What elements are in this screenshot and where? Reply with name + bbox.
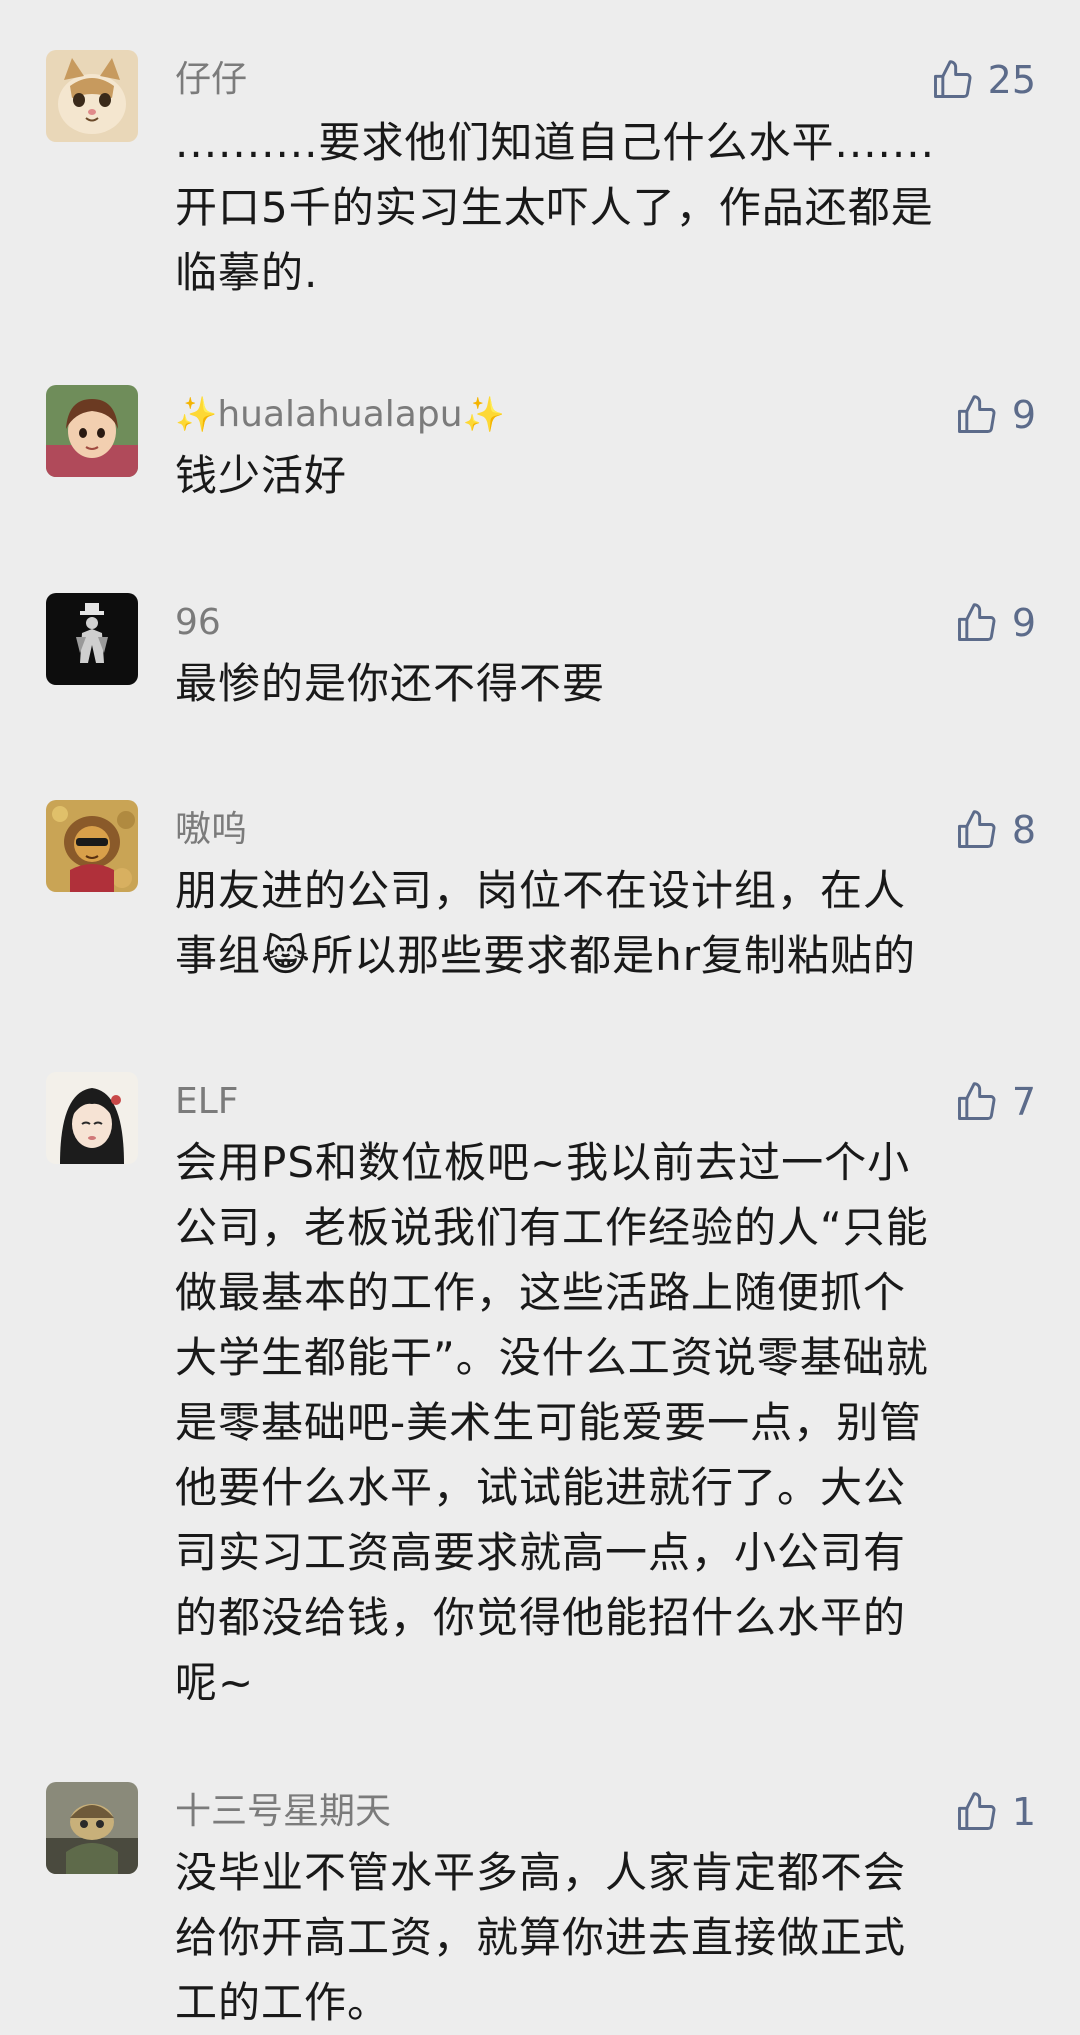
sparkles-icon: ✨	[175, 395, 218, 435]
comment-line: 会用PS和数位板吧~我以前去过一个小	[175, 1138, 911, 1187]
sparkles-icon: ✨	[462, 395, 505, 435]
username[interactable]: 十三号星期天	[175, 1790, 391, 1834]
comment-line: 是零基础吧-美术生可能爱要一点，别管	[175, 1398, 923, 1447]
comment-line: 开口5千的实习生太吓人了，作品还都是	[175, 183, 934, 232]
like-count: 9	[1011, 393, 1036, 437]
comment-text: 没毕业不管水平多高，人家肯定都不会 给你开高工资，就算你进去直接做正式 工的工作…	[175, 1840, 1035, 2035]
comment-line: 大学生都能干”。没什么工资说零基础就	[175, 1333, 929, 1382]
like-button[interactable]: 9	[954, 597, 1036, 649]
like-button[interactable]: 1	[954, 1786, 1036, 1838]
username[interactable]: ELF	[175, 1080, 239, 1124]
comment-line: 他要什么水平，试试能进就行了。大公	[175, 1463, 907, 1512]
like-count: 9	[1011, 601, 1036, 645]
comment-line: 事组😹所以那些要求都是hr复制粘贴的	[175, 931, 916, 980]
avatar[interactable]	[46, 1072, 138, 1164]
comment-line: 工的工作。	[175, 1978, 391, 2027]
thumbs-up-icon	[957, 1792, 996, 1830]
username[interactable]: 仔仔	[175, 58, 247, 102]
comment-line: 给你开高工资，就算你进去直接做正式	[175, 1913, 907, 1962]
comment-line: 公司，老板说我们有工作经验的人“只能	[175, 1203, 929, 1252]
like-button[interactable]: 9	[954, 389, 1036, 441]
anime-girl-avatar-image	[46, 385, 138, 477]
thumbs-up-icon	[933, 60, 972, 98]
comment-line: 呢~	[175, 1658, 255, 1707]
avatar[interactable]	[46, 385, 138, 477]
username[interactable]: 96	[175, 601, 221, 645]
avatar[interactable]	[46, 1782, 138, 1874]
comment-line: 朋友进的公司，岗位不在设计组，在人	[175, 866, 907, 915]
comment-line: 最惨的是你还不得不要	[175, 659, 606, 708]
comment-line: 临摹的.	[175, 248, 319, 297]
username[interactable]: ✨hualahualapu✨	[175, 393, 505, 437]
like-button[interactable]: 25	[930, 54, 1036, 106]
character-avatar-image	[46, 1782, 138, 1874]
like-button[interactable]: 7	[954, 1076, 1036, 1128]
thumbs-up-icon	[957, 1082, 996, 1120]
comment-line: 司实习工资高要求就高一点，小公司有	[175, 1528, 907, 1577]
thumbs-up-icon	[957, 810, 996, 848]
comment-line: ..........要求他们知道自己什么水平.......	[175, 118, 935, 167]
like-count: 25	[987, 58, 1036, 102]
like-count: 8	[1011, 808, 1036, 852]
comment-text: 最惨的是你还不得不要	[175, 651, 1035, 716]
like-count: 1	[1011, 1790, 1036, 1834]
comment-line: 的都没给钱，你觉得他能招什么水平的	[175, 1593, 907, 1642]
username[interactable]: 嗷呜	[175, 808, 247, 852]
comment-text: 钱少活好	[175, 443, 1035, 508]
comment-line: 做最基本的工作，这些活路上随便抓个	[175, 1268, 907, 1317]
comment-text: 会用PS和数位板吧~我以前去过一个小 公司，老板说我们有工作经验的人“只能 做最…	[175, 1130, 1035, 1715]
lion-avatar-image	[46, 800, 138, 892]
avatar[interactable]	[46, 50, 138, 142]
comment-text: ..........要求他们知道自己什么水平....... 开口5千的实习生太吓…	[175, 110, 1035, 305]
comment-line: 没毕业不管水平多高，人家肯定都不会	[175, 1848, 907, 1897]
comment-text: 朋友进的公司，岗位不在设计组，在人 事组😹所以那些要求都是hr复制粘贴的	[175, 858, 1035, 988]
avatar[interactable]	[46, 800, 138, 892]
thumbs-up-icon	[957, 395, 996, 433]
username-text: hualahualapu	[217, 394, 463, 435]
like-count: 7	[1011, 1080, 1036, 1124]
comment-line: 钱少活好	[175, 451, 348, 500]
avatar[interactable]	[46, 593, 138, 685]
cat-avatar-image	[46, 50, 138, 142]
dark-figure-avatar-image	[46, 593, 138, 685]
illustrated-girl-avatar-image	[46, 1072, 138, 1164]
like-button[interactable]: 8	[954, 804, 1036, 856]
thumbs-up-icon	[957, 603, 996, 641]
